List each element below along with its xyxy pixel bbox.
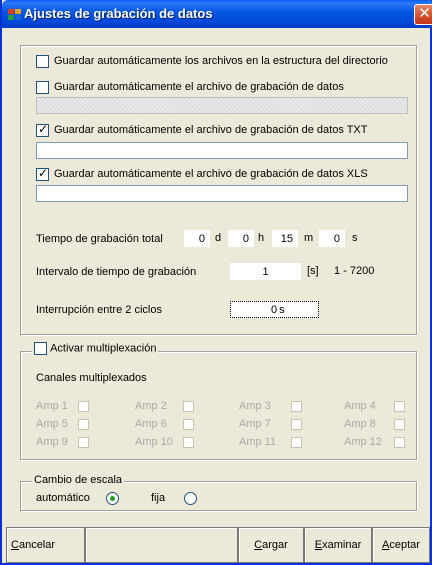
amp-9-checkbox[interactable] (78, 437, 89, 448)
amp-1-label: Amp 1 (36, 400, 68, 412)
save-xls-file-label: Guardar automáticamente el archivo de gr… (54, 168, 368, 180)
interval-range: 1 - 7200 (334, 265, 375, 277)
minutes-unit: m (304, 232, 314, 244)
accept-button[interactable]: Aceptar (372, 527, 430, 563)
pause-input[interactable]: 0s (230, 301, 319, 318)
total-time-label: Tiempo de grabación total (36, 233, 163, 245)
amp-7-checkbox[interactable] (291, 419, 302, 430)
title-bar[interactable]: Ajustes de grabación de datos ✕ (2, 0, 432, 28)
amp-7-label: Amp 7 (239, 418, 271, 430)
total-minutes-input[interactable]: 15 (272, 230, 298, 247)
browse-rest: xaminar (322, 539, 362, 551)
scale-fixed-label: fija (151, 492, 166, 504)
amp-2-checkbox[interactable] (183, 401, 194, 412)
amp-3-checkbox[interactable] (291, 401, 302, 412)
seconds-unit: s (352, 232, 358, 244)
radio-selected-dot (110, 496, 115, 501)
amp-6-checkbox[interactable] (183, 419, 194, 430)
pause-label: Interrupción entre 2 ciclos (36, 304, 162, 316)
accept-rest: ceptar (389, 539, 420, 551)
total-days-input[interactable]: 0 (184, 230, 210, 247)
total-hours-input[interactable]: 0 (228, 230, 254, 247)
app-icon (8, 9, 21, 20)
multiplex-legend: Activar multiplexación (32, 342, 159, 355)
amp-11-checkbox[interactable] (291, 437, 302, 448)
scale-legend: Cambio de escala (32, 474, 125, 486)
cancel-button[interactable]: Cancelar (6, 527, 85, 563)
browse-accel: E (314, 539, 323, 551)
amp-10-checkbox[interactable] (183, 437, 194, 448)
close-icon[interactable]: ✕ (414, 4, 432, 25)
interval-input[interactable]: 1 (230, 263, 301, 280)
xls-file-path-field[interactable] (36, 185, 408, 202)
save-data-file-label: Guardar automáticamente el archivo de gr… (54, 81, 344, 93)
amp-10-label: Amp 10 (135, 436, 173, 448)
save-xls-file-checkbox[interactable]: ✓ (36, 166, 49, 181)
amp-4-label: Amp 4 (344, 400, 376, 412)
amp-5-label: Amp 5 (36, 418, 68, 430)
amp-4-checkbox[interactable] (394, 401, 405, 412)
load-accel: C (254, 539, 263, 551)
empty-button-slot (85, 527, 238, 563)
multiplex-label: Activar multiplexación (50, 342, 157, 355)
interval-label: Intervalo de tiempo de grabación (36, 266, 197, 278)
txt-file-path-field[interactable] (36, 142, 408, 159)
amp-8-label: Amp 8 (344, 418, 376, 430)
load-rest: argar (262, 539, 288, 551)
cancel-accel: C (11, 539, 19, 551)
interval-unit: [s] (307, 265, 319, 277)
scale-automatic-radio[interactable] (106, 492, 119, 505)
amp-11-label: Amp 11 (239, 436, 277, 448)
amp-8-checkbox[interactable] (394, 419, 405, 430)
checkmark-icon: ✓ (38, 166, 49, 180)
channels-label: Canales multiplexados (36, 372, 147, 384)
window-title: Ajustes de grabación de datos (24, 6, 213, 21)
data-file-path-field[interactable] (36, 97, 408, 114)
amp-9-label: Amp 9 (36, 436, 68, 448)
dialog-window: Ajustes de grabación de datos ✕ Guardar … (0, 0, 432, 565)
multiplex-checkbox[interactable] (34, 342, 47, 355)
amp-2-label: Amp 2 (135, 400, 167, 412)
amp-12-label: Amp 12 (344, 436, 382, 448)
save-dir-structure-label: Guardar automáticamente los archivos en … (54, 55, 388, 67)
amp-1-checkbox[interactable] (78, 401, 89, 412)
scale-fixed-radio[interactable] (184, 492, 197, 505)
amp-6-label: Amp 6 (135, 418, 167, 430)
save-txt-file-checkbox[interactable]: ✓ (36, 122, 49, 137)
load-button[interactable]: Cargar (238, 527, 304, 563)
scale-automatic-label: automático (36, 492, 90, 504)
browse-button[interactable]: Examinar (304, 527, 372, 563)
amp-12-checkbox[interactable] (394, 437, 405, 448)
save-data-file-checkbox[interactable] (36, 81, 49, 94)
total-seconds-input[interactable]: 0 (319, 230, 345, 247)
amp-5-checkbox[interactable] (78, 419, 89, 430)
days-unit: d (215, 232, 222, 244)
pause-value: 0 (271, 304, 278, 316)
hours-unit: h (258, 232, 265, 244)
amp-3-label: Amp 3 (239, 400, 271, 412)
checkmark-icon: ✓ (38, 122, 49, 136)
pause-unit: s (279, 304, 285, 316)
save-dir-structure-checkbox[interactable] (36, 55, 49, 68)
cancel-rest: ancelar (18, 539, 56, 551)
save-txt-file-label: Guardar automáticamente el archivo de gr… (54, 124, 368, 136)
